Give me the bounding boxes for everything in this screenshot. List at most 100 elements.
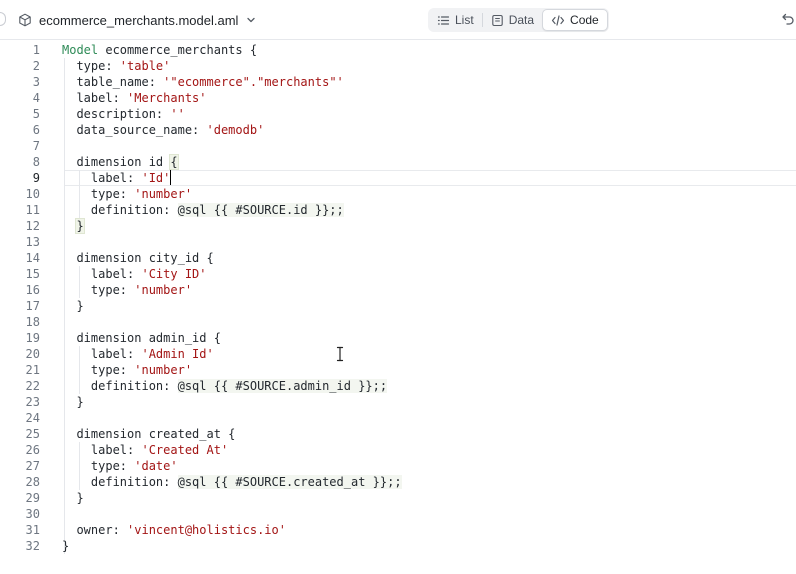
line-number: 26 <box>25 443 40 457</box>
view-list-button[interactable]: List <box>429 9 482 31</box>
file-name: ecommerce_merchants.model.aml <box>39 12 239 28</box>
code-string: 'Admin Id' <box>141 347 214 361</box>
code-line[interactable]: label: 'City ID' <box>62 266 796 282</box>
code-text: dimension created_at { <box>62 427 236 441</box>
code-text: } <box>62 395 84 409</box>
code-text: dimension city_id { <box>62 251 214 265</box>
code-line[interactable]: description: '' <box>62 106 796 122</box>
line-number: 27 <box>25 459 40 473</box>
code-line[interactable]: } <box>62 490 796 506</box>
code-line[interactable]: data_source_name: 'demodb' <box>62 122 796 138</box>
code-string: 'vincent@holistics.io' <box>127 523 286 537</box>
code-text: ecommerce_merchants { <box>98 43 258 57</box>
code-text: type: <box>62 363 135 377</box>
code-line[interactable]: definition: @sql {{ #SOURCE.admin_id }};… <box>62 378 796 394</box>
panel-collapse-handle[interactable] <box>0 12 6 26</box>
line-number: 4 <box>32 91 40 105</box>
line-number: 12 <box>25 219 40 233</box>
view-mode-toggle: List Data Code <box>428 8 609 32</box>
code-text: definition: <box>62 475 178 489</box>
code-line[interactable]: dimension city_id { <box>62 250 796 266</box>
code-text: owner: <box>62 523 128 537</box>
line-number: 24 <box>25 411 40 425</box>
code-line[interactable]: owner: 'vincent@holistics.io' <box>62 522 796 538</box>
line-number: 1 <box>32 43 40 57</box>
code-editor[interactable]: 1 2 3 4 5 6 7 8 9 10 11 12 13 14 15 16 17 18 19 20 21 22 23 24 2… <box>0 40 796 574</box>
matched-bracket: } <box>75 218 85 234</box>
code-line[interactable]: label: 'Admin Id' <box>62 346 796 362</box>
line-number: 14 <box>25 251 40 265</box>
code-line[interactable]: type: 'number' <box>62 282 796 298</box>
code-line[interactable]: dimension id { <box>62 154 796 170</box>
code-line[interactable] <box>62 234 796 250</box>
line-number: 18 <box>25 315 40 329</box>
code-line[interactable]: table_name: '"ecommerce"."merchants"' <box>62 74 796 90</box>
code-line[interactable]: Model ecommerce_merchants { <box>62 42 796 58</box>
line-number: 16 <box>25 283 40 297</box>
code-line[interactable] <box>62 138 796 154</box>
line-number-gutter: 1 2 3 4 5 6 7 8 9 10 11 12 13 14 15 16 17 18 19 20 21 22 23 24 2… <box>0 42 40 554</box>
line-number: 6 <box>32 123 40 137</box>
line-number: 22 <box>25 379 40 393</box>
code-text: type: <box>62 283 135 297</box>
view-code-button[interactable]: Code <box>542 9 608 31</box>
code-text: label: <box>62 267 142 281</box>
code-line[interactable] <box>62 410 796 426</box>
code-line[interactable]: type: 'number' <box>62 362 796 378</box>
line-number: 3 <box>32 75 40 89</box>
code-string: 'demodb' <box>206 123 265 137</box>
code-text: definition: <box>62 203 178 217</box>
view-data-button[interactable]: Data <box>483 9 542 31</box>
code-line[interactable]: type: 'number' <box>62 186 796 202</box>
view-data-label: Data <box>508 13 535 27</box>
code-line[interactable] <box>62 506 796 522</box>
chevron-down-icon[interactable] <box>245 14 257 26</box>
line-number: 13 <box>25 235 40 249</box>
code-keyword: Model <box>62 43 99 57</box>
code-text: description: <box>62 107 171 121</box>
code-content[interactable]: Model ecommerce_merchants { type: 'table… <box>62 42 796 554</box>
line-number: 11 <box>25 203 40 217</box>
code-text: dimension id <box>62 155 171 169</box>
code-string: 'Merchants' <box>127 91 207 105</box>
code-text: label: <box>62 171 142 185</box>
code-line[interactable]: type: 'table' <box>62 58 796 74</box>
file-selector[interactable]: ecommerce_merchants.model.aml <box>18 11 257 29</box>
code-text: label: <box>62 347 142 361</box>
code-line[interactable]: definition: @sql {{ #SOURCE.id }};; <box>62 202 796 218</box>
line-number: 17 <box>25 299 40 313</box>
code-text: data_source_name: <box>62 123 207 137</box>
line-number: 7 <box>32 139 40 153</box>
cube-icon <box>18 13 32 27</box>
table-icon <box>491 14 504 27</box>
text-caret <box>170 170 172 185</box>
undo-icon[interactable] <box>781 12 795 26</box>
code-text: } <box>62 539 70 553</box>
code-line[interactable]: type: 'date' <box>62 458 796 474</box>
code-line[interactable]: } <box>62 538 796 554</box>
code-string: '' <box>170 107 185 121</box>
code-text: label: <box>62 91 128 105</box>
code-text: type: <box>62 187 135 201</box>
code-line[interactable]: } <box>62 218 796 234</box>
code-string: '"ecommerce"."merchants"' <box>163 75 344 89</box>
line-number: 20 <box>25 347 40 361</box>
code-text: type: <box>62 459 135 473</box>
code-line[interactable] <box>62 314 796 330</box>
code-line[interactable]: dimension created_at { <box>62 426 796 442</box>
code-line[interactable]: label: 'Created At' <box>62 442 796 458</box>
code-line[interactable]: } <box>62 298 796 314</box>
code-line[interactable]: dimension admin_id { <box>62 330 796 346</box>
code-line[interactable]: } <box>62 394 796 410</box>
code-string: 'number' <box>134 283 193 297</box>
code-line[interactable]: label: 'Id' <box>62 170 796 186</box>
code-string: 'Created At' <box>141 443 229 457</box>
line-number: 28 <box>25 475 40 489</box>
code-line[interactable]: label: 'Merchants' <box>62 90 796 106</box>
code-sql-expression: @sql {{ #SOURCE.id }};; <box>177 203 344 217</box>
code-string: 'date' <box>134 459 178 473</box>
line-number: 31 <box>25 523 40 537</box>
code-line[interactable]: definition: @sql {{ #SOURCE.created_at }… <box>62 474 796 490</box>
view-code-label: Code <box>570 13 599 27</box>
line-number: 23 <box>25 395 40 409</box>
